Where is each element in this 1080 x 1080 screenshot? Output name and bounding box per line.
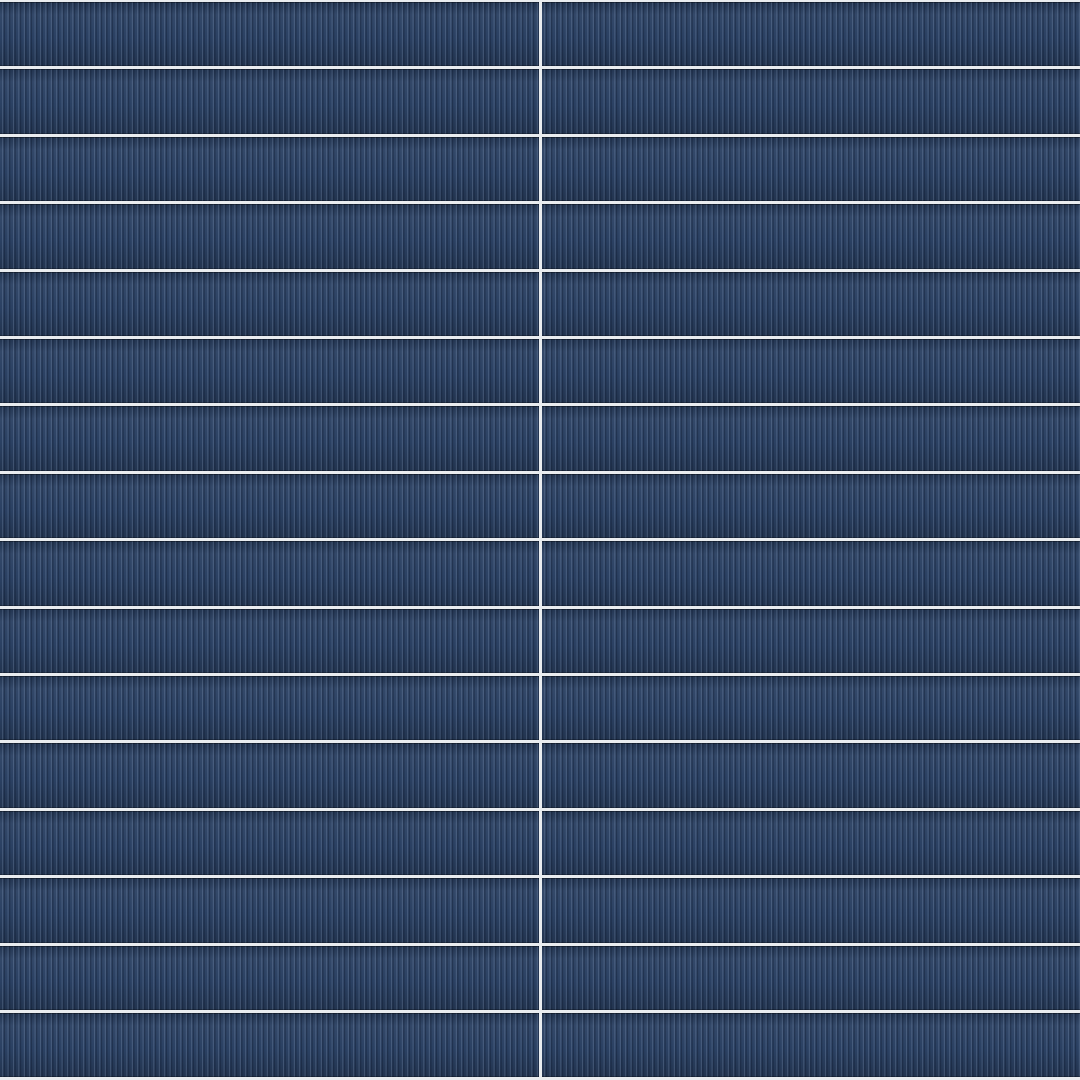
tile: [0, 204, 539, 269]
tile: [0, 743, 539, 808]
tile: [541, 406, 1080, 471]
tile: [541, 339, 1080, 404]
tile: [541, 676, 1080, 741]
tile: [0, 810, 539, 876]
tile: [0, 945, 539, 1010]
tile: [541, 810, 1080, 876]
tile: [541, 541, 1080, 606]
tile: [0, 473, 539, 539]
tile: [0, 878, 539, 943]
tile: [541, 136, 1080, 202]
tile: [0, 541, 539, 606]
tile: [541, 271, 1080, 336]
tile: [0, 2, 539, 67]
tile: [0, 1013, 539, 1078]
tile: [0, 608, 539, 673]
tile: [0, 69, 539, 134]
tile: [541, 1013, 1080, 1078]
tile: [541, 743, 1080, 808]
tile: [541, 473, 1080, 539]
tile: [541, 2, 1080, 67]
tile: [0, 271, 539, 336]
tile: [0, 676, 539, 741]
tile: [541, 204, 1080, 269]
tile-wall: [0, 0, 1080, 1080]
tile: [541, 878, 1080, 943]
tile: [541, 608, 1080, 673]
tile: [0, 136, 539, 202]
tile: [541, 945, 1080, 1010]
tile: [541, 69, 1080, 134]
tile: [0, 339, 539, 404]
tile: [0, 406, 539, 471]
